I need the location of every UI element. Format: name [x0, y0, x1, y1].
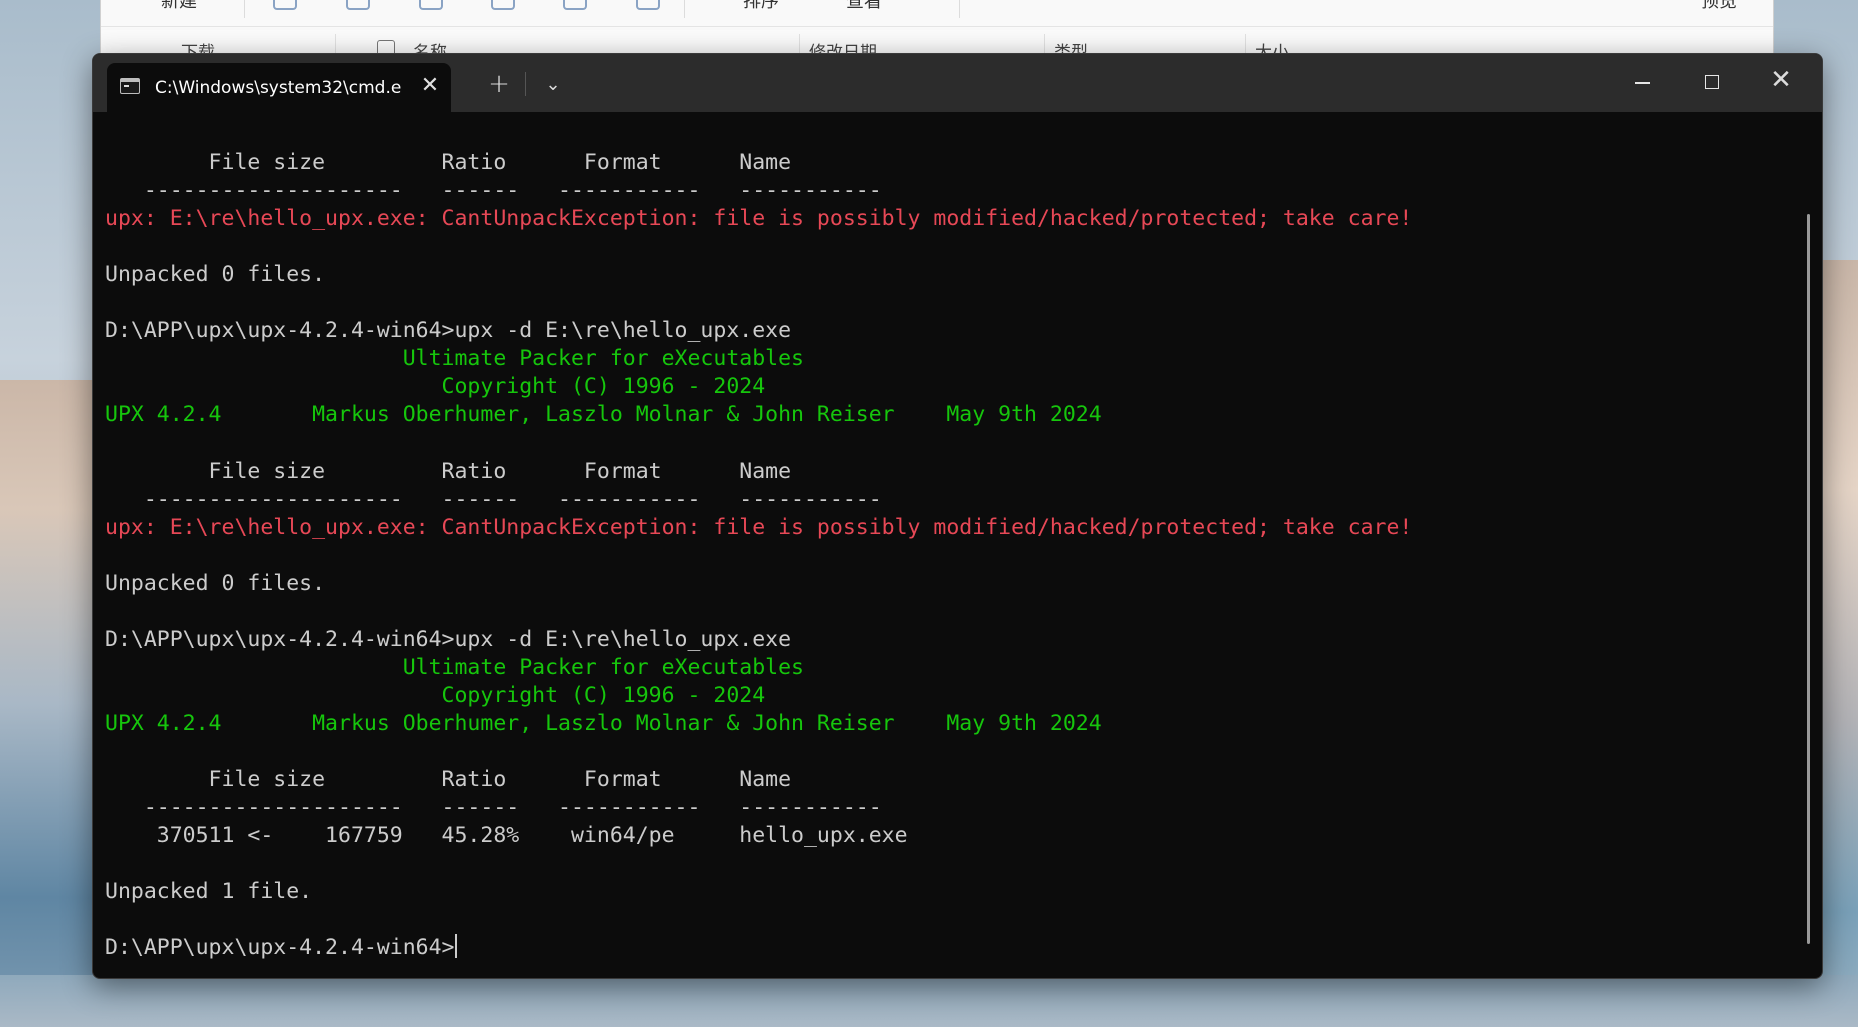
console-line: UPX 4.2.4 Markus Oberhumer, Laszlo Molna…: [105, 710, 1102, 736]
console-line: upx: E:\re\hello_upx.exe: CantUnpackExce…: [105, 206, 1413, 232]
terminal-window: C:\Windows\system32\cmd.exe ✕ + ⌄ ✕ File…: [92, 53, 1823, 979]
delete-icon[interactable]: [636, 0, 660, 10]
console-line: D:\APP\upx\upx-4.2.4-win64>upx -d E:\re\…: [105, 318, 792, 344]
copy-icon[interactable]: [346, 0, 370, 10]
close-tab-icon[interactable]: ✕: [417, 73, 443, 99]
cut-icon[interactable]: [273, 0, 297, 10]
console-line: Copyright (C) 1996 - 2024: [105, 682, 766, 708]
console-line: 370511 <- 167759 45.28% win64/pe hello_u…: [105, 823, 908, 849]
console-line: D:\APP\upx\upx-4.2.4-win64>upx -d E:\re\…: [105, 626, 792, 652]
cmd-icon: [120, 78, 140, 94]
console-line: -------------------- ------ ----------- …: [105, 795, 882, 821]
explorer-toolbar: 新建 排序 查看 预览: [101, 0, 1773, 27]
console-line: Unpacked 0 files.: [105, 570, 326, 596]
console-prompt-line[interactable]: D:\APP\upx\upx-4.2.4-win64>: [105, 934, 1805, 962]
sort-button[interactable]: 排序: [743, 0, 779, 12]
console-line: Copyright (C) 1996 - 2024: [105, 374, 766, 400]
console-line: -------------------- ------ ----------- …: [105, 178, 882, 204]
tab-divider: [525, 72, 526, 96]
paste-icon[interactable]: [419, 0, 443, 10]
minimize-button[interactable]: [1619, 62, 1667, 102]
maximize-button[interactable]: [1688, 62, 1736, 102]
console-line: Unpacked 1 file.: [105, 879, 313, 905]
chevron-down-icon[interactable]: ⌄: [535, 70, 571, 100]
new-button[interactable]: 新建: [161, 0, 197, 12]
console-line: UPX 4.2.4 Markus Oberhumer, Laszlo Molna…: [105, 402, 1102, 428]
tab-title: C:\Windows\system32\cmd.exe: [155, 78, 401, 98]
toolbar-divider: [684, 0, 685, 18]
new-tab-button[interactable]: +: [481, 68, 517, 100]
terminal-tab[interactable]: C:\Windows\system32\cmd.exe ✕: [107, 63, 451, 112]
toolbar-divider: [244, 0, 245, 18]
console-line: File size Ratio Format Name: [105, 767, 792, 793]
console-line: File size Ratio Format Name: [105, 458, 792, 484]
console-line: Ultimate Packer for eXecutables: [105, 654, 804, 680]
rename-icon[interactable]: [491, 0, 515, 10]
console-line: Unpacked 0 files.: [105, 262, 326, 288]
share-icon[interactable]: [563, 0, 587, 10]
toolbar-divider: [959, 0, 960, 18]
console-prompt: D:\APP\upx\upx-4.2.4-win64>: [105, 935, 455, 961]
console-line: File size Ratio Format Name: [105, 150, 792, 175]
console-line: Ultimate Packer for eXecutables: [105, 346, 804, 372]
console-line: -------------------- ------ ----------- …: [105, 486, 882, 512]
view-button[interactable]: 查看: [846, 0, 882, 12]
scrollbar[interactable]: [1807, 214, 1810, 944]
preview-button[interactable]: 预览: [1701, 0, 1737, 12]
terminal-titlebar[interactable]: C:\Windows\system32\cmd.exe ✕ + ⌄ ✕: [93, 54, 1822, 112]
console-line: upx: E:\re\hello_upx.exe: CantUnpackExce…: [105, 514, 1413, 540]
close-window-button[interactable]: ✕: [1757, 60, 1805, 100]
console-output[interactable]: File size Ratio Format Name ------------…: [105, 149, 1805, 969]
text-cursor: [454, 934, 457, 959]
desktop-wallpaper-bottom: [0, 975, 1858, 1027]
